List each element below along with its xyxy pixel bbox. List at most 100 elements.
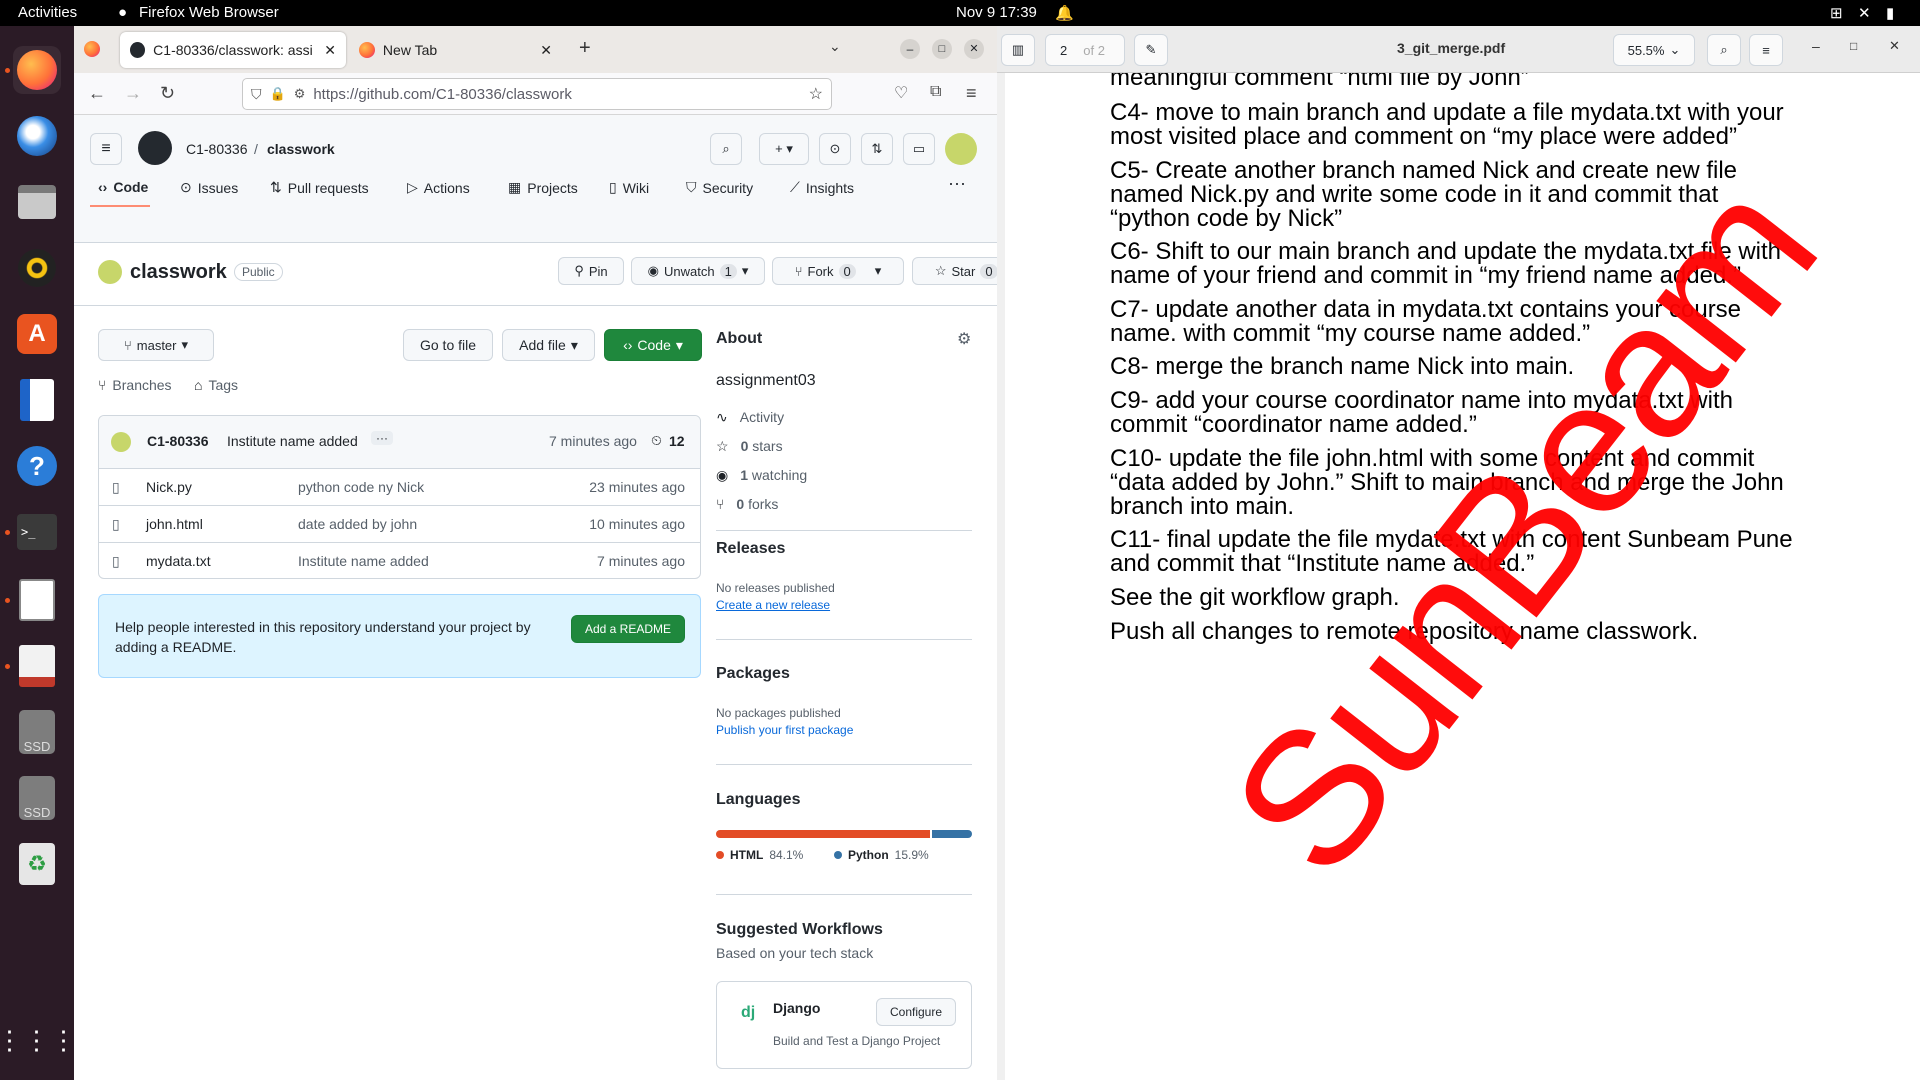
menu-hamburger-icon[interactable]: ≡ bbox=[1749, 34, 1783, 66]
list-tabs-chevron-icon[interactable]: ⌄ bbox=[829, 38, 841, 55]
tab-insights[interactable]: ⟋ Insights bbox=[790, 179, 854, 196]
app-menu[interactable]: Firefox Web Browser bbox=[139, 4, 279, 21]
battery-icon[interactable]: ▮ bbox=[1886, 4, 1894, 22]
history-icon[interactable]: ⏲ bbox=[651, 432, 662, 449]
file-name[interactable]: mydata.txt bbox=[146, 553, 211, 569]
show-apps-icon[interactable]: ⋮⋮⋮ bbox=[0, 1016, 77, 1064]
owner-link[interactable]: C1-80336 bbox=[186, 141, 248, 157]
commit-author[interactable]: C1-80336 bbox=[147, 433, 209, 449]
writer-icon[interactable] bbox=[13, 376, 61, 424]
permissions-icon[interactable]: ⚙ bbox=[294, 86, 306, 102]
text-editor-icon[interactable] bbox=[13, 576, 61, 624]
tab-close-icon[interactable]: ✕ bbox=[324, 42, 336, 59]
forks-link[interactable]: ⑂ 0 forks bbox=[716, 496, 778, 512]
commit-expand-icon[interactable]: ··· bbox=[371, 431, 393, 445]
tab-new-tab[interactable]: New Tab ✕ bbox=[349, 32, 562, 68]
bookmark-star-icon[interactable]: ☆ bbox=[809, 84, 823, 104]
sidebar-toggle-icon[interactable]: ▥ bbox=[1001, 34, 1035, 66]
extensions-icon[interactable]: ⧉ bbox=[930, 83, 941, 101]
lock-icon[interactable]: 🔒 bbox=[270, 86, 286, 102]
file-commit-message[interactable]: python code ny Nick bbox=[298, 479, 424, 495]
close-window-icon[interactable]: ✕ bbox=[964, 39, 984, 59]
go-to-file-button[interactable]: Go to file bbox=[403, 329, 493, 361]
terminal-icon[interactable]: >_ bbox=[13, 508, 61, 556]
stars-link[interactable]: ☆ 0 stars bbox=[716, 438, 783, 455]
commit-count[interactable]: 12 bbox=[669, 433, 685, 449]
table-row[interactable]: ▯ Nick.py python code ny Nick 23 minutes… bbox=[98, 468, 701, 505]
star-button[interactable]: ☆Star0▾ bbox=[912, 257, 997, 285]
repo-title[interactable]: classwork bbox=[130, 261, 227, 284]
tab-pull-requests[interactable]: ⇅ Pull requests bbox=[270, 179, 369, 196]
page-entry[interactable]: 2 of 2 bbox=[1045, 34, 1125, 66]
volume-muted-icon[interactable]: ✕ bbox=[1858, 4, 1871, 22]
table-row[interactable]: ▯ john.html date added by john 10 minute… bbox=[98, 505, 701, 542]
trash-icon[interactable]: ♻ bbox=[13, 840, 61, 888]
pull-requests-icon[interactable]: ⇅ bbox=[861, 133, 893, 165]
minimize-icon[interactable]: – bbox=[900, 39, 920, 59]
search-icon[interactable]: ⌕ bbox=[710, 133, 742, 165]
file-name[interactable]: john.html bbox=[146, 516, 203, 532]
releases-title[interactable]: Releases bbox=[716, 540, 785, 558]
commit-message[interactable]: Institute name added bbox=[227, 433, 358, 449]
firefox-icon[interactable] bbox=[13, 46, 61, 94]
fork-button[interactable]: ⑂ Fork 0 ▾ bbox=[772, 257, 904, 285]
tab-actions[interactable]: ▷ Actions bbox=[407, 179, 470, 196]
ssd-drive-icon[interactable]: SSD bbox=[13, 708, 61, 756]
tab-issues[interactable]: ⊙ Issues bbox=[180, 179, 238, 196]
about-settings-gear-icon[interactable]: ⚙ bbox=[957, 329, 971, 349]
tab-projects[interactable]: ▦ Projects bbox=[508, 179, 578, 196]
more-tabs-icon[interactable]: ··· bbox=[948, 173, 966, 194]
tab-github[interactable]: C1-80336/classwork: assi ✕ bbox=[120, 32, 346, 68]
tab-wiki[interactable]: ▯ Wiki bbox=[609, 179, 649, 196]
app-center-icon[interactable]: A bbox=[13, 310, 61, 358]
maximize-icon[interactable]: □ bbox=[932, 39, 952, 59]
pocket-icon[interactable]: ♡ bbox=[894, 83, 908, 103]
firefox-view-icon[interactable] bbox=[84, 41, 100, 57]
table-row[interactable]: ▯ mydata.txt Institute name added 7 minu… bbox=[98, 542, 701, 579]
new-tab-plus-icon[interactable]: + bbox=[579, 37, 591, 60]
add-file-button[interactable]: Add file ▾ bbox=[502, 329, 595, 361]
tab-code[interactable]: ‹› Code bbox=[98, 179, 148, 195]
annotate-pencil-icon[interactable]: ✎ bbox=[1134, 34, 1168, 66]
code-button[interactable]: ‹› Code ▾ bbox=[604, 329, 702, 361]
packages-title[interactable]: Packages bbox=[716, 665, 790, 683]
search-icon[interactable]: ⌕ bbox=[1707, 34, 1741, 66]
tags-link[interactable]: ⌂ Tags bbox=[194, 377, 238, 393]
ssd-drive-icon[interactable]: SSD bbox=[13, 774, 61, 822]
github-logo-icon[interactable] bbox=[138, 131, 172, 165]
forward-icon[interactable]: → bbox=[124, 83, 142, 104]
branches-link[interactable]: ⑂ Branches bbox=[98, 377, 172, 393]
maximize-icon[interactable]: □ bbox=[1850, 39, 1857, 53]
pin-button[interactable]: ⚲ Pin bbox=[558, 257, 624, 285]
unwatch-button[interactable]: ◉ Unwatch 1 ▾ bbox=[631, 257, 765, 285]
thunderbird-icon[interactable] bbox=[13, 112, 61, 160]
tracking-shield-icon[interactable]: ⛉ bbox=[251, 86, 262, 103]
file-commit-message[interactable]: date added by john bbox=[298, 516, 417, 532]
menu-hamburger-icon[interactable]: ≡ bbox=[966, 83, 977, 104]
rhythmbox-icon[interactable] bbox=[13, 244, 61, 292]
reload-icon[interactable]: ↻ bbox=[160, 83, 175, 104]
tab-close-icon[interactable]: ✕ bbox=[540, 42, 552, 59]
watching-link[interactable]: ◉ 1 watching bbox=[716, 467, 807, 484]
file-commit-message[interactable]: Institute name added bbox=[298, 553, 429, 569]
files-icon[interactable] bbox=[13, 178, 61, 226]
avatar[interactable] bbox=[945, 133, 977, 165]
zoom-selector[interactable]: 55.5% ⌄ bbox=[1613, 34, 1695, 66]
minimize-icon[interactable]: – bbox=[1812, 38, 1820, 54]
language-item-python[interactable]: Python 15.9% bbox=[834, 848, 929, 862]
create-release-link[interactable]: Create a new release bbox=[716, 598, 830, 612]
branch-selector[interactable]: ⑂ master ▾ bbox=[98, 329, 214, 361]
back-icon[interactable]: ← bbox=[88, 83, 106, 104]
inbox-icon[interactable]: ▭ bbox=[903, 133, 935, 165]
network-icon[interactable]: ⊞ bbox=[1830, 4, 1843, 22]
url-bar[interactable]: ⛉ 🔒 ⚙ https://github.com/C1-80336/classw… bbox=[242, 78, 832, 110]
issues-icon[interactable]: ⊙ bbox=[819, 133, 851, 165]
help-icon[interactable]: ? bbox=[13, 442, 61, 490]
repo-link[interactable]: classwork bbox=[267, 141, 335, 157]
file-name[interactable]: Nick.py bbox=[146, 479, 192, 495]
publish-package-link[interactable]: Publish your first package bbox=[716, 723, 853, 737]
close-window-icon[interactable]: ✕ bbox=[1889, 38, 1900, 54]
activity-link[interactable]: ∿ Activity bbox=[716, 409, 784, 426]
clock[interactable]: Nov 9 17:39 bbox=[956, 4, 1037, 21]
global-nav-menu-icon[interactable]: ≡ bbox=[90, 133, 122, 165]
